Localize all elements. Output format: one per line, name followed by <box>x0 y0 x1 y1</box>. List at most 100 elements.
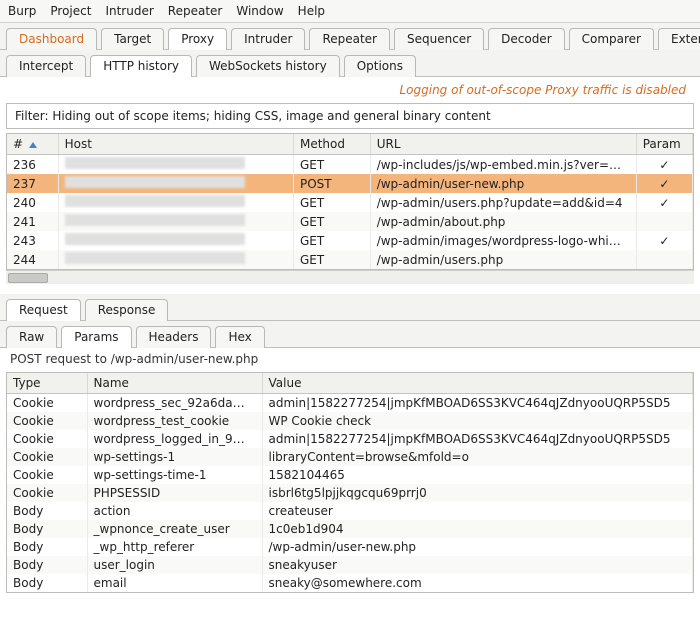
tab-headers[interactable]: Headers <box>136 326 212 348</box>
tab-dashboard[interactable]: Dashboard <box>6 28 97 50</box>
col-host[interactable]: Host <box>58 134 293 155</box>
table-row[interactable]: 236GET/wp-includes/js/wp-embed.min.js?ve… <box>7 155 693 175</box>
req-resp-tabs: Request Response <box>0 294 700 321</box>
cell-type: Body <box>7 574 87 592</box>
cell-host <box>58 174 293 193</box>
cell-value: /wp-admin/user-new.php <box>262 538 693 556</box>
cell-number: 240 <box>7 193 58 212</box>
cell-host <box>58 250 293 269</box>
cell-value: 1582104465 <box>262 466 693 484</box>
cell-method: GET <box>293 231 370 250</box>
table-row[interactable]: CookiePHPSESSIDisbrl6tg5lpjjkqgcqu69prrj… <box>7 484 693 502</box>
cell-name: wordpress_sec_92a6da… <box>87 394 262 413</box>
main-tabs: Dashboard Target Proxy Intruder Repeater… <box>0 23 700 50</box>
cell-url: /wp-admin/user-new.php <box>370 174 636 193</box>
cell-url: /wp-admin/users.php <box>370 250 636 269</box>
tab-intercept[interactable]: Intercept <box>6 55 86 77</box>
cell-name: wp-settings-1 <box>87 448 262 466</box>
table-row[interactable]: 244GET/wp-admin/users.php <box>7 250 693 269</box>
tab-extender[interactable]: Extende <box>658 28 700 50</box>
cell-url: /wp-admin/about.php <box>370 212 636 231</box>
menu-repeater[interactable]: Repeater <box>168 4 223 18</box>
tab-http-history[interactable]: HTTP history <box>90 55 192 77</box>
table-row[interactable]: Cookiewordpress_sec_92a6da…admin|1582277… <box>7 394 693 413</box>
cell-name: user_login <box>87 556 262 574</box>
cell-number: 244 <box>7 250 58 269</box>
table-row[interactable]: Bodyuser_loginsneakyuser <box>7 556 693 574</box>
cell-param: ✓ <box>636 231 692 250</box>
status-message: Logging of out-of-scope Proxy traffic is… <box>0 77 700 103</box>
cell-value: sneakyuser <box>262 556 693 574</box>
col-method[interactable]: Method <box>293 134 370 155</box>
redacted-host <box>65 157 245 169</box>
horizontal-scrollbar[interactable] <box>6 270 694 284</box>
table-row[interactable]: Body_wp_http_referer/wp-admin/user-new.p… <box>7 538 693 556</box>
cell-value: createuser <box>262 502 693 520</box>
cell-number: 243 <box>7 231 58 250</box>
table-row[interactable]: Cookiewp-settings-1libraryContent=browse… <box>7 448 693 466</box>
cell-value: sneaky@somewhere.com <box>262 574 693 592</box>
history-table: # Host Method URL Param 236GET/wp-includ… <box>6 133 694 270</box>
tab-options[interactable]: Options <box>344 55 416 77</box>
cell-type: Body <box>7 538 87 556</box>
redacted-host <box>65 214 245 226</box>
cell-number: 236 <box>7 155 58 175</box>
table-row[interactable]: Body_wpnonce_create_user1c0eb1d904 <box>7 520 693 538</box>
cell-param <box>636 250 692 269</box>
menu-help[interactable]: Help <box>298 4 325 18</box>
table-row[interactable]: 240GET/wp-admin/users.php?update=add&id=… <box>7 193 693 212</box>
history-header-row: # Host Method URL Param <box>7 134 693 155</box>
tab-sequencer[interactable]: Sequencer <box>394 28 484 50</box>
tab-params[interactable]: Params <box>61 326 131 348</box>
menubar: Burp Project Intruder Repeater Window He… <box>0 0 700 23</box>
tab-websockets-history[interactable]: WebSockets history <box>196 55 340 77</box>
col-param[interactable]: Param <box>636 134 692 155</box>
cell-url: /wp-admin/users.php?update=add&id=4 <box>370 193 636 212</box>
col-url[interactable]: URL <box>370 134 636 155</box>
col-value[interactable]: Value <box>262 373 693 394</box>
col-name[interactable]: Name <box>87 373 262 394</box>
table-row[interactable]: Bodyemailsneaky@somewhere.com <box>7 574 693 592</box>
tab-comparer[interactable]: Comparer <box>569 28 654 50</box>
menu-burp[interactable]: Burp <box>8 4 36 18</box>
col-type[interactable]: Type <box>7 373 87 394</box>
redacted-host <box>65 252 245 264</box>
table-row[interactable]: 243GET/wp-admin/images/wordpress-logo-wh… <box>7 231 693 250</box>
cell-url: /wp-includes/js/wp-embed.min.js?ver=… <box>370 155 636 175</box>
cell-param: ✓ <box>636 174 692 193</box>
menu-project[interactable]: Project <box>50 4 91 18</box>
redacted-host <box>65 176 245 188</box>
cell-method: POST <box>293 174 370 193</box>
cell-type: Cookie <box>7 430 87 448</box>
view-tabs: Raw Params Headers Hex <box>0 321 700 348</box>
table-row[interactable]: Cookiewordpress_logged_in_9…admin|158227… <box>7 430 693 448</box>
cell-host <box>58 193 293 212</box>
cell-host <box>58 231 293 250</box>
table-row[interactable]: Bodyactioncreateuser <box>7 502 693 520</box>
table-row[interactable]: 241GET/wp-admin/about.php <box>7 212 693 231</box>
tab-proxy[interactable]: Proxy <box>168 28 227 50</box>
table-row[interactable]: 237POST/wp-admin/user-new.php✓ <box>7 174 693 193</box>
tab-decoder[interactable]: Decoder <box>488 28 565 50</box>
cell-value: admin|1582277254|jmpKfMBOAD6SS3KVC464qJZ… <box>262 394 693 413</box>
tab-response[interactable]: Response <box>85 299 169 321</box>
table-row[interactable]: Cookiewordpress_test_cookieWP Cookie che… <box>7 412 693 430</box>
cell-value: 1c0eb1d904 <box>262 520 693 538</box>
tab-repeater[interactable]: Repeater <box>309 28 390 50</box>
col-number[interactable]: # <box>7 134 58 155</box>
request-description: POST request to /wp-admin/user-new.php <box>0 348 700 370</box>
cell-name: _wpnonce_create_user <box>87 520 262 538</box>
tab-request[interactable]: Request <box>6 299 81 321</box>
cell-value: libraryContent=browse&mfold=o <box>262 448 693 466</box>
tab-intruder[interactable]: Intruder <box>231 28 305 50</box>
scroll-thumb[interactable] <box>8 273 48 283</box>
tab-raw[interactable]: Raw <box>6 326 57 348</box>
tab-hex[interactable]: Hex <box>215 326 264 348</box>
filter-bar[interactable]: Filter: Hiding out of scope items; hidin… <box>6 103 694 129</box>
menu-intruder[interactable]: Intruder <box>105 4 153 18</box>
table-row[interactable]: Cookiewp-settings-time-11582104465 <box>7 466 693 484</box>
cell-name: action <box>87 502 262 520</box>
tab-target[interactable]: Target <box>101 28 164 50</box>
menu-window[interactable]: Window <box>236 4 283 18</box>
proxy-tabs: Intercept HTTP history WebSockets histor… <box>0 50 700 77</box>
